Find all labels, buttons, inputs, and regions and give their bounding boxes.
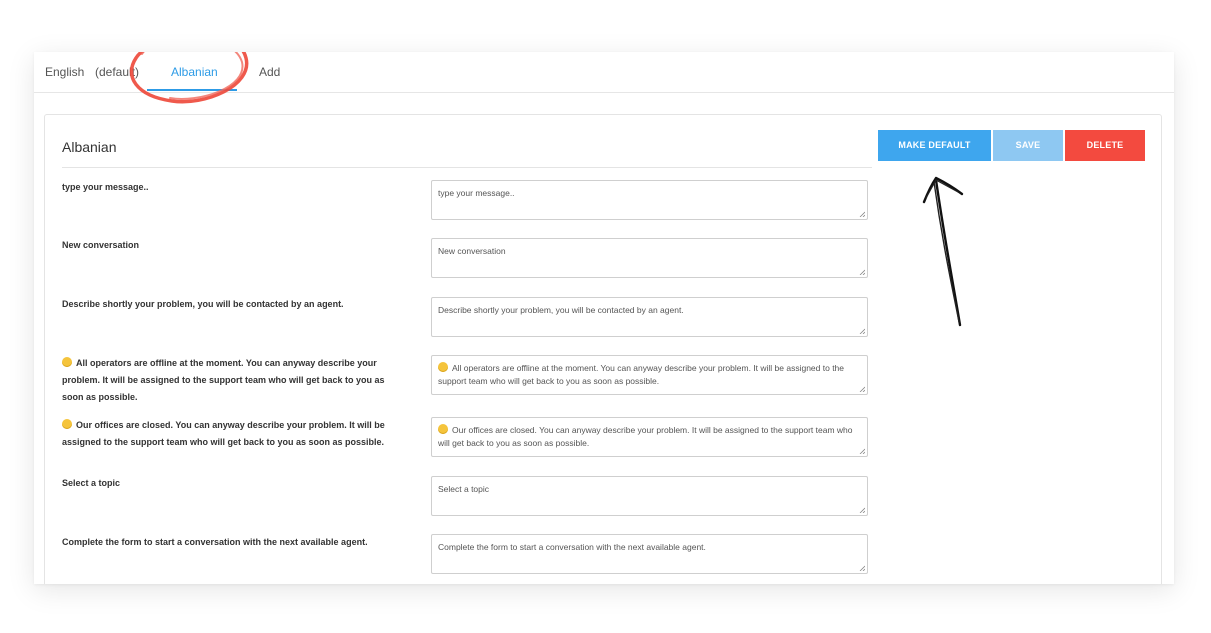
thinking-face-icon	[62, 357, 72, 367]
panel-title: Albanian	[62, 139, 117, 155]
thinking-face-icon	[438, 362, 448, 372]
row-label-1: New conversation	[62, 240, 140, 250]
active-tab-indicator	[147, 89, 237, 91]
resize-grip-icon[interactable]	[859, 211, 865, 217]
save-button[interactable]: SAVE	[993, 130, 1063, 161]
row-label-0: type your message..	[62, 182, 149, 192]
panel-divider	[62, 167, 872, 168]
row-input-4[interactable]: Our offices are closed. You can anyway d…	[431, 417, 868, 457]
row-input-1-text: New conversation	[438, 246, 506, 256]
delete-button[interactable]: DELETE	[1065, 130, 1145, 161]
tab-add[interactable]: Add	[259, 65, 280, 79]
row-input-4-text: Our offices are closed. You can anyway d…	[438, 425, 853, 448]
tab-albanian[interactable]: Albanian	[171, 65, 218, 79]
row-input-5[interactable]: Select a topic	[431, 476, 868, 516]
thinking-face-icon	[62, 419, 72, 429]
row-label-2: Describe shortly your problem, you will …	[62, 299, 344, 309]
row-input-2-text: Describe shortly your problem, you will …	[438, 305, 684, 315]
resize-grip-icon[interactable]	[859, 448, 865, 454]
resize-grip-icon[interactable]	[859, 328, 865, 334]
row-input-6[interactable]: Complete the form to start a conversatio…	[431, 534, 868, 574]
make-default-button[interactable]: MAKE DEFAULT	[878, 130, 991, 161]
row-input-1[interactable]: New conversation	[431, 238, 868, 278]
row-input-5-text: Select a topic	[438, 484, 490, 494]
row-label-5: Select a topic	[62, 478, 121, 488]
row-input-0[interactable]: type your message..	[431, 180, 868, 220]
language-tabbar: English (default) Albanian Add	[34, 52, 1174, 104]
row-label-3-text: All operators are offline at the moment.…	[62, 358, 385, 402]
tab-default-label[interactable]: (default)	[95, 65, 139, 79]
thinking-face-icon	[438, 424, 448, 434]
resize-grip-icon[interactable]	[859, 269, 865, 275]
row-label-4-text: Our offices are closed. You can anyway d…	[62, 420, 385, 447]
translation-panel: Albanian MAKE DEFAULT SAVE DELETE type y…	[44, 114, 1162, 584]
resize-grip-icon[interactable]	[859, 386, 865, 392]
row-label-6: Complete the form to start a conversatio…	[62, 537, 368, 547]
tab-english[interactable]: English	[45, 65, 84, 79]
resize-grip-icon[interactable]	[859, 565, 865, 571]
app-window: English (default) Albanian Add Albanian …	[34, 52, 1174, 584]
row-input-0-text: type your message..	[438, 188, 515, 198]
red-circle-annotation-icon	[129, 52, 249, 104]
row-input-6-text: Complete the form to start a conversatio…	[438, 542, 706, 552]
row-input-2[interactable]: Describe shortly your problem, you will …	[431, 297, 868, 337]
row-input-3-text: All operators are offline at the moment.…	[438, 363, 845, 386]
row-label-4: Our offices are closed. You can anyway d…	[62, 417, 400, 451]
row-label-3: All operators are offline at the moment.…	[62, 355, 400, 406]
resize-grip-icon[interactable]	[859, 507, 865, 513]
row-input-3[interactable]: All operators are offline at the moment.…	[431, 355, 868, 395]
